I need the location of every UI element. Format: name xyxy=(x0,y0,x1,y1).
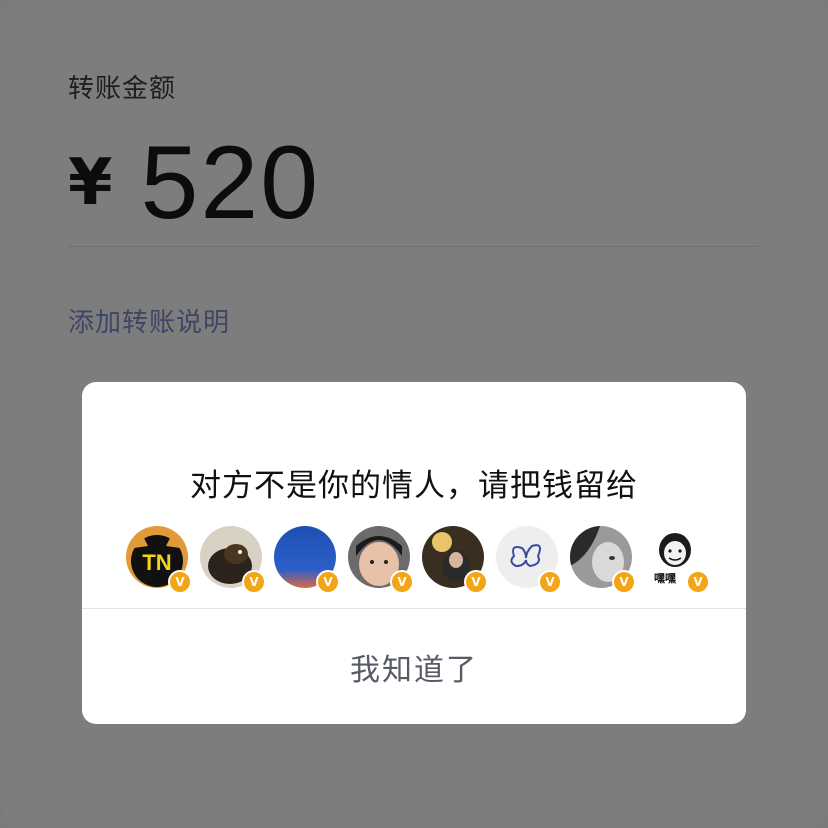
avatar-person-icon[interactable]: V xyxy=(570,526,636,594)
got-it-button[interactable]: 我知道了 xyxy=(82,609,746,724)
verified-badge-icon: V xyxy=(242,570,266,594)
currency-symbol: ¥ xyxy=(68,146,113,220)
verified-badge-icon: V xyxy=(612,570,636,594)
avatar-girl-icon[interactable]: V xyxy=(422,526,488,594)
transfer-screen: 转账金额 ¥ 520 添加转账说明 对方不是你的情人，请把钱留给 TN V V … xyxy=(0,0,828,828)
avatar-boy-icon[interactable]: V xyxy=(348,526,414,594)
amount-divider xyxy=(68,246,758,247)
verified-badge-icon: V xyxy=(686,570,710,594)
dialog-message: 对方不是你的情人，请把钱留给 xyxy=(190,468,638,504)
avatar-dog-icon[interactable]: V xyxy=(200,526,266,594)
avatar-caption: 嘿嘿 xyxy=(654,572,676,585)
avatar-butterfly-icon[interactable]: V xyxy=(496,526,562,594)
avatar-list: TN V V V V V V V 嘿嘿 V xyxy=(126,526,710,596)
verified-badge-icon: V xyxy=(390,570,414,594)
svg-text:TN: TN xyxy=(142,550,171,575)
add-note-link[interactable]: 添加转账说明 xyxy=(68,302,230,339)
amount-value: 520 xyxy=(140,125,321,241)
verified-badge-icon: V xyxy=(316,570,340,594)
avatar-tiger-icon[interactable]: TN V xyxy=(126,526,192,594)
amount-label: 转账金额 xyxy=(68,74,177,104)
verified-badge-icon: V xyxy=(538,570,562,594)
alert-dialog: 对方不是你的情人，请把钱留给 TN V V V V V V V 嘿嘿 V 我知道… xyxy=(82,382,746,724)
verified-badge-icon: V xyxy=(464,570,488,594)
avatar-sky-icon[interactable]: V xyxy=(274,526,340,594)
amount-display[interactable]: ¥ 520 xyxy=(68,128,320,238)
avatar-meme-icon[interactable]: 嘿嘿 V xyxy=(644,526,710,594)
verified-badge-icon: V xyxy=(168,570,192,594)
